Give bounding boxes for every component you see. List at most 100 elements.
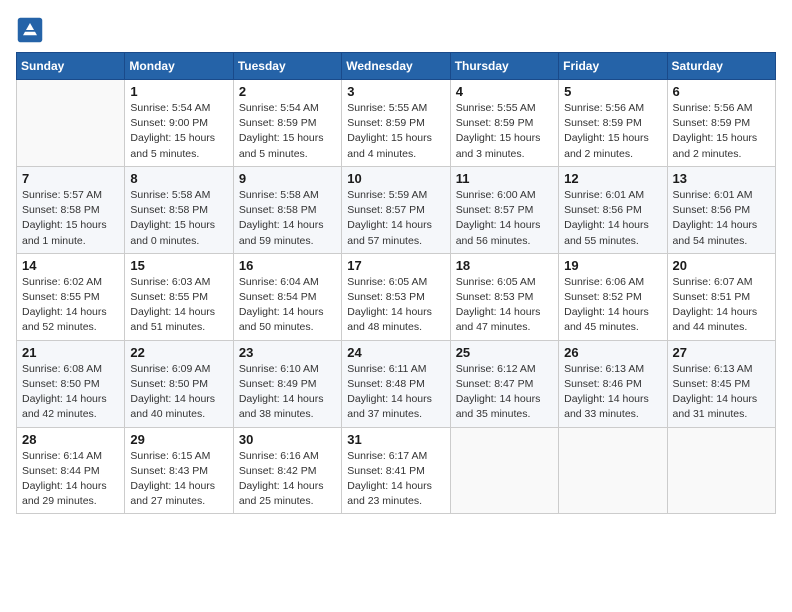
- day-number: 13: [673, 171, 770, 186]
- day-number: 19: [564, 258, 661, 273]
- header-thursday: Thursday: [450, 53, 558, 80]
- calendar-cell: 1 Sunrise: 5:54 AM Sunset: 9:00 PM Daylig…: [125, 80, 233, 167]
- logo-icon: [16, 16, 44, 44]
- day-number: 7: [22, 171, 119, 186]
- calendar-cell: 6 Sunrise: 5:56 AM Sunset: 8:59 PM Daylig…: [667, 80, 775, 167]
- calendar-cell: 7 Sunrise: 5:57 AM Sunset: 8:58 PM Daylig…: [17, 166, 125, 253]
- calendar-cell: 30 Sunrise: 6:16 AM Sunset: 8:42 PM Dayli…: [233, 427, 341, 514]
- day-number: 17: [347, 258, 444, 273]
- calendar-cell: 13 Sunrise: 6:01 AM Sunset: 8:56 PM Dayli…: [667, 166, 775, 253]
- calendar-cell: 28Sunrise: 6:14 AM Sunset: 8:44 PM Dayli…: [17, 427, 125, 514]
- calendar-cell: 5 Sunrise: 5:56 AM Sunset: 8:59 PM Daylig…: [559, 80, 667, 167]
- header-wednesday: Wednesday: [342, 53, 450, 80]
- day-info: Sunrise: 6:01 AM Sunset: 8:56 PM Dayligh…: [673, 188, 770, 249]
- calendar-cell: 22 Sunrise: 6:09 AM Sunset: 8:50 PM Dayli…: [125, 340, 233, 427]
- calendar-cell: 12Sunrise: 6:01 AM Sunset: 8:56 PM Dayli…: [559, 166, 667, 253]
- header-monday: Monday: [125, 53, 233, 80]
- calendar-cell: 24 Sunrise: 6:11 AM Sunset: 8:48 PM Dayli…: [342, 340, 450, 427]
- calendar-cell: 19 Sunrise: 6:06 AM Sunset: 8:52 PM Dayli…: [559, 253, 667, 340]
- day-info: Sunrise: 6:12 AM Sunset: 8:47 PM Dayligh…: [456, 362, 553, 423]
- day-number: 9: [239, 171, 336, 186]
- calendar-week-row: 7 Sunrise: 5:57 AM Sunset: 8:58 PM Daylig…: [17, 166, 776, 253]
- day-number: 10: [347, 171, 444, 186]
- calendar-cell: 18 Sunrise: 6:05 AM Sunset: 8:53 PM Dayli…: [450, 253, 558, 340]
- day-info: Sunrise: 6:05 AM Sunset: 8:53 PM Dayligh…: [456, 275, 553, 336]
- calendar-cell: 29 Sunrise: 6:15 AM Sunset: 8:43 PM Dayli…: [125, 427, 233, 514]
- day-number: 1: [130, 84, 227, 99]
- calendar-week-row: 28Sunrise: 6:14 AM Sunset: 8:44 PM Dayli…: [17, 427, 776, 514]
- day-info: Sunrise: 6:16 AM Sunset: 8:42 PM Dayligh…: [239, 449, 336, 510]
- day-number: 11: [456, 171, 553, 186]
- calendar-cell: 4 Sunrise: 5:55 AM Sunset: 8:59 PM Daylig…: [450, 80, 558, 167]
- day-info: Sunrise: 6:15 AM Sunset: 8:43 PM Dayligh…: [130, 449, 227, 510]
- calendar-cell: 27 Sunrise: 6:13 AM Sunset: 8:45 PM Dayli…: [667, 340, 775, 427]
- day-info: Sunrise: 5:56 AM Sunset: 8:59 PM Dayligh…: [564, 101, 661, 162]
- calendar-cell: 9 Sunrise: 5:58 AM Sunset: 8:58 PM Daylig…: [233, 166, 341, 253]
- calendar-week-row: 21 Sunrise: 6:08 AM Sunset: 8:50 PM Dayli…: [17, 340, 776, 427]
- calendar-cell: [667, 427, 775, 514]
- day-number: 24: [347, 345, 444, 360]
- day-number: 4: [456, 84, 553, 99]
- day-info: Sunrise: 5:55 AM Sunset: 8:59 PM Dayligh…: [347, 101, 444, 162]
- day-info: Sunrise: 6:17 AM Sunset: 8:41 PM Dayligh…: [347, 449, 444, 510]
- day-info: Sunrise: 6:10 AM Sunset: 8:49 PM Dayligh…: [239, 362, 336, 423]
- day-number: 26: [564, 345, 661, 360]
- day-info: Sunrise: 5:54 AM Sunset: 9:00 PM Dayligh…: [130, 101, 227, 162]
- day-info: Sunrise: 6:08 AM Sunset: 8:50 PM Dayligh…: [22, 362, 119, 423]
- day-number: 16: [239, 258, 336, 273]
- day-number: 25: [456, 345, 553, 360]
- day-number: 18: [456, 258, 553, 273]
- day-info: Sunrise: 5:58 AM Sunset: 8:58 PM Dayligh…: [239, 188, 336, 249]
- day-number: 22: [130, 345, 227, 360]
- calendar-cell: 10Sunrise: 5:59 AM Sunset: 8:57 PM Dayli…: [342, 166, 450, 253]
- day-number: 28: [22, 432, 119, 447]
- header-friday: Friday: [559, 53, 667, 80]
- day-info: Sunrise: 6:06 AM Sunset: 8:52 PM Dayligh…: [564, 275, 661, 336]
- day-number: 21: [22, 345, 119, 360]
- day-info: Sunrise: 6:09 AM Sunset: 8:50 PM Dayligh…: [130, 362, 227, 423]
- calendar-cell: 14Sunrise: 6:02 AM Sunset: 8:55 PM Dayli…: [17, 253, 125, 340]
- day-number: 27: [673, 345, 770, 360]
- calendar-cell: 16 Sunrise: 6:04 AM Sunset: 8:54 PM Dayli…: [233, 253, 341, 340]
- day-number: 31: [347, 432, 444, 447]
- day-number: 2: [239, 84, 336, 99]
- page-header: [16, 16, 776, 44]
- day-info: Sunrise: 6:04 AM Sunset: 8:54 PM Dayligh…: [239, 275, 336, 336]
- day-number: 15: [130, 258, 227, 273]
- calendar-table: SundayMondayTuesdayWednesdayThursdayFrid…: [16, 52, 776, 514]
- logo: [16, 16, 48, 44]
- calendar-cell: 17 Sunrise: 6:05 AM Sunset: 8:53 PM Dayli…: [342, 253, 450, 340]
- day-info: Sunrise: 5:58 AM Sunset: 8:58 PM Dayligh…: [130, 188, 227, 249]
- day-info: Sunrise: 6:01 AM Sunset: 8:56 PM Dayligh…: [564, 188, 661, 249]
- day-number: 29: [130, 432, 227, 447]
- day-info: Sunrise: 5:54 AM Sunset: 8:59 PM Dayligh…: [239, 101, 336, 162]
- calendar-cell: 21 Sunrise: 6:08 AM Sunset: 8:50 PM Dayli…: [17, 340, 125, 427]
- day-info: Sunrise: 5:55 AM Sunset: 8:59 PM Dayligh…: [456, 101, 553, 162]
- calendar-cell: 2 Sunrise: 5:54 AM Sunset: 8:59 PM Daylig…: [233, 80, 341, 167]
- day-info: Sunrise: 5:56 AM Sunset: 8:59 PM Dayligh…: [673, 101, 770, 162]
- calendar-cell: 26 Sunrise: 6:13 AM Sunset: 8:46 PM Dayli…: [559, 340, 667, 427]
- day-number: 5: [564, 84, 661, 99]
- day-number: 8: [130, 171, 227, 186]
- calendar-cell: 31 Sunrise: 6:17 AM Sunset: 8:41 PM Dayli…: [342, 427, 450, 514]
- day-number: 20: [673, 258, 770, 273]
- day-info: Sunrise: 6:13 AM Sunset: 8:46 PM Dayligh…: [564, 362, 661, 423]
- day-info: Sunrise: 6:05 AM Sunset: 8:53 PM Dayligh…: [347, 275, 444, 336]
- day-number: 23: [239, 345, 336, 360]
- calendar-cell: 8 Sunrise: 5:58 AM Sunset: 8:58 PM Daylig…: [125, 166, 233, 253]
- day-number: 6: [673, 84, 770, 99]
- calendar-cell: 23 Sunrise: 6:10 AM Sunset: 8:49 PM Dayli…: [233, 340, 341, 427]
- calendar-cell: [450, 427, 558, 514]
- calendar-cell: 25 Sunrise: 6:12 AM Sunset: 8:47 PM Dayli…: [450, 340, 558, 427]
- header-saturday: Saturday: [667, 53, 775, 80]
- header-sunday: Sunday: [17, 53, 125, 80]
- day-info: Sunrise: 6:13 AM Sunset: 8:45 PM Dayligh…: [673, 362, 770, 423]
- day-number: 3: [347, 84, 444, 99]
- day-info: Sunrise: 5:57 AM Sunset: 8:58 PM Dayligh…: [22, 188, 119, 249]
- day-number: 30: [239, 432, 336, 447]
- calendar-week-row: 14Sunrise: 6:02 AM Sunset: 8:55 PM Dayli…: [17, 253, 776, 340]
- calendar-header-row: SundayMondayTuesdayWednesdayThursdayFrid…: [17, 53, 776, 80]
- calendar-cell: 15Sunrise: 6:03 AM Sunset: 8:55 PM Dayli…: [125, 253, 233, 340]
- day-info: Sunrise: 6:11 AM Sunset: 8:48 PM Dayligh…: [347, 362, 444, 423]
- day-info: Sunrise: 6:02 AM Sunset: 8:55 PM Dayligh…: [22, 275, 119, 336]
